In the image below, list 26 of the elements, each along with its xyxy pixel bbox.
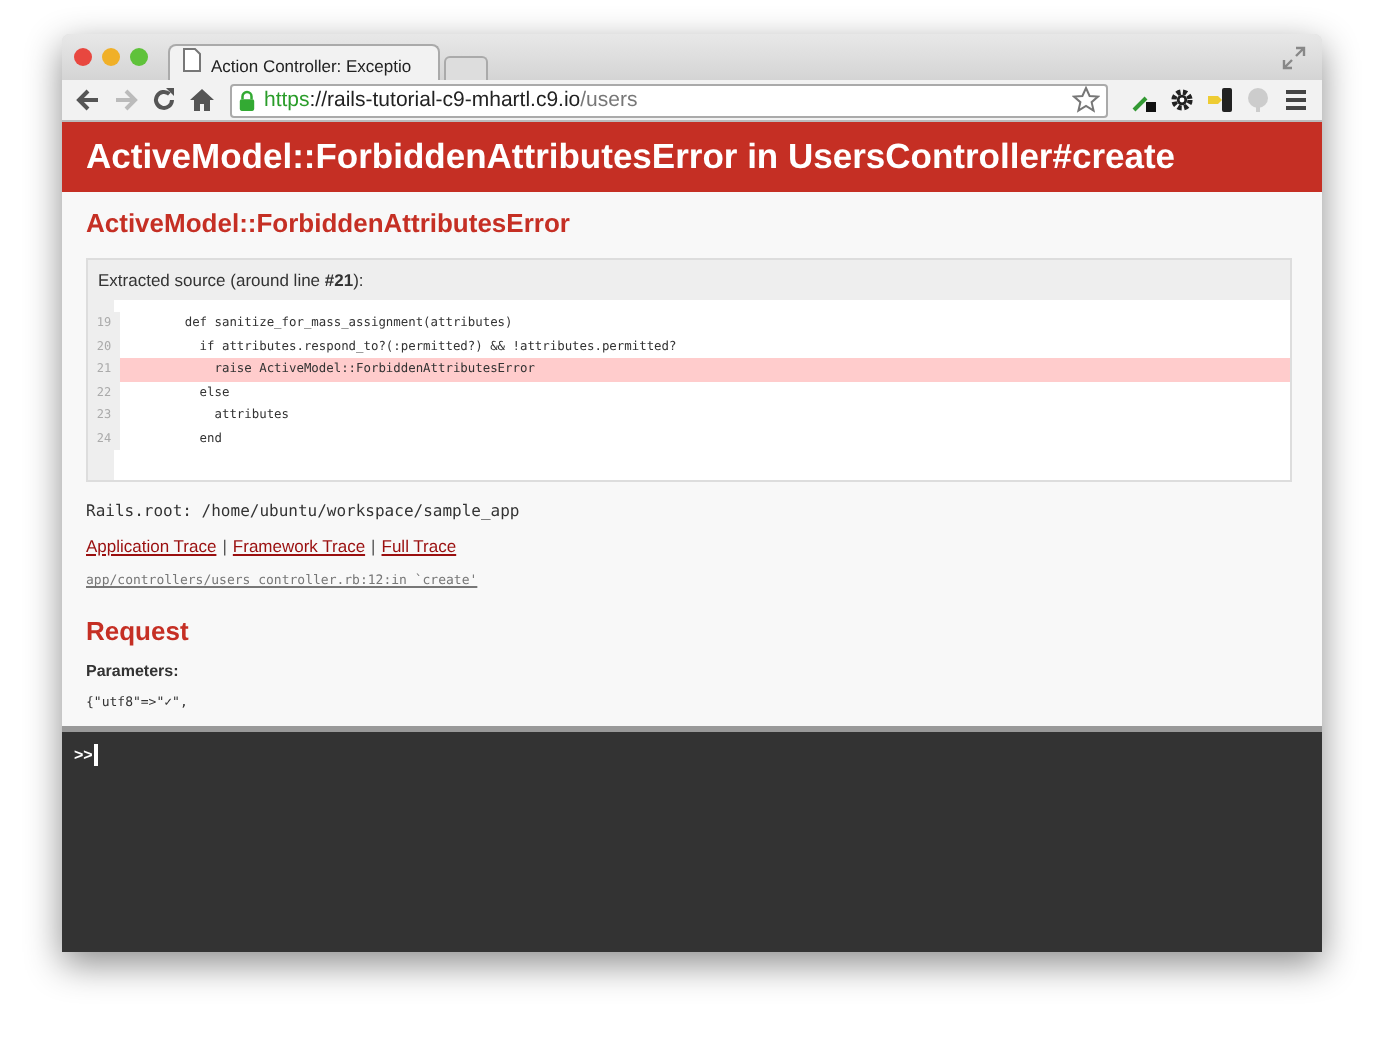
separator-text: | [222,536,227,556]
settings-icon[interactable] [1168,86,1196,114]
console-prompt: >> [74,744,93,766]
menu-icon[interactable] [1282,86,1310,114]
error-title: ActiveModel::ForbiddenAttributesError [86,208,572,238]
source-caption: Extracted source (around line #21): [96,268,366,294]
text-cursor [94,744,99,766]
fullscreen-icon[interactable] [1282,45,1306,69]
trace-tab-link[interactable]: Application Trace [86,536,217,556]
browser-tab[interactable]: Action Controller: Exceptio [168,44,440,80]
star-icon[interactable] [1072,86,1100,114]
parameters-label: Parameters: [86,662,181,680]
trace-tab-link[interactable]: Full Trace [381,536,457,556]
page-header: ActiveModel::ForbiddenAttributesError in UsersController#create [62,122,1322,192]
close-window-button[interactable] [74,48,92,66]
separator-text: | [371,536,376,556]
home-icon[interactable] [188,86,216,114]
rails-root-text: Rails.root: /home/ubuntu/workspace/sample_app [86,502,522,520]
address-field[interactable]: https://rails-tutorial-c9-mhartl.c9.io/users [230,83,1108,117]
phone-icon[interactable] [1206,86,1234,114]
back-icon[interactable] [74,86,102,114]
lock-icon [238,89,256,111]
request-heading: Request [86,616,191,646]
trace-tab-link[interactable]: Framework Trace [232,536,366,556]
page-icon [182,48,202,72]
reload-icon[interactable] [150,86,178,114]
